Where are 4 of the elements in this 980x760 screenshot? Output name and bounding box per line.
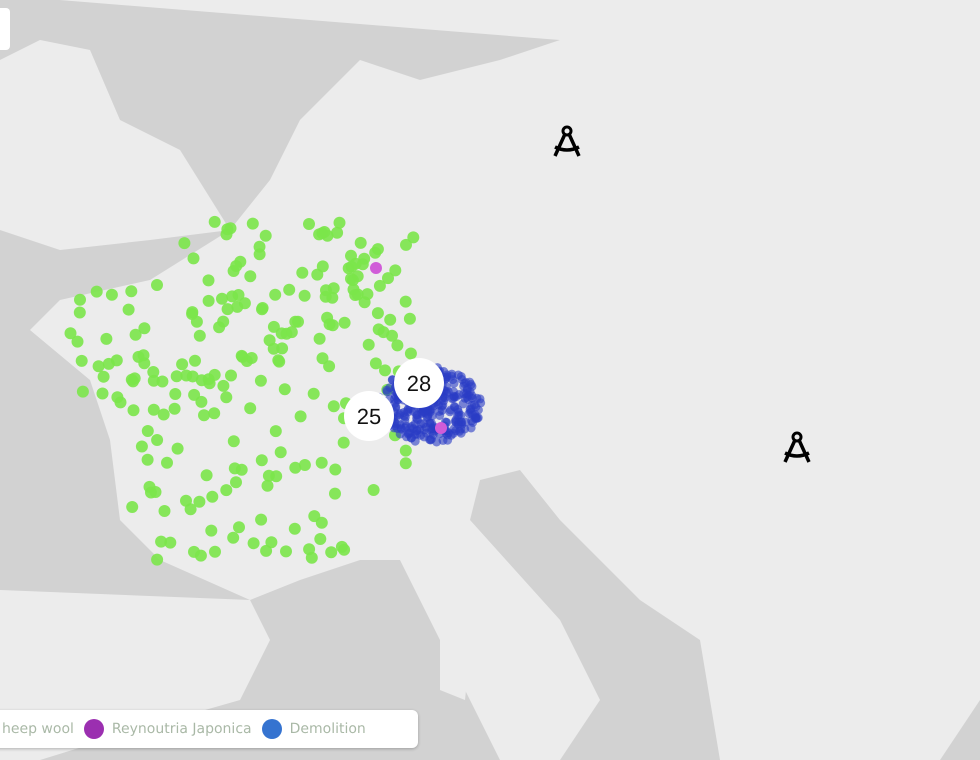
legend-label: heep wool bbox=[2, 720, 74, 738]
map-control[interactable] bbox=[0, 8, 10, 50]
legend-label: Demolition bbox=[290, 720, 366, 738]
legend-label: Reynoutria Japonica bbox=[112, 720, 252, 738]
